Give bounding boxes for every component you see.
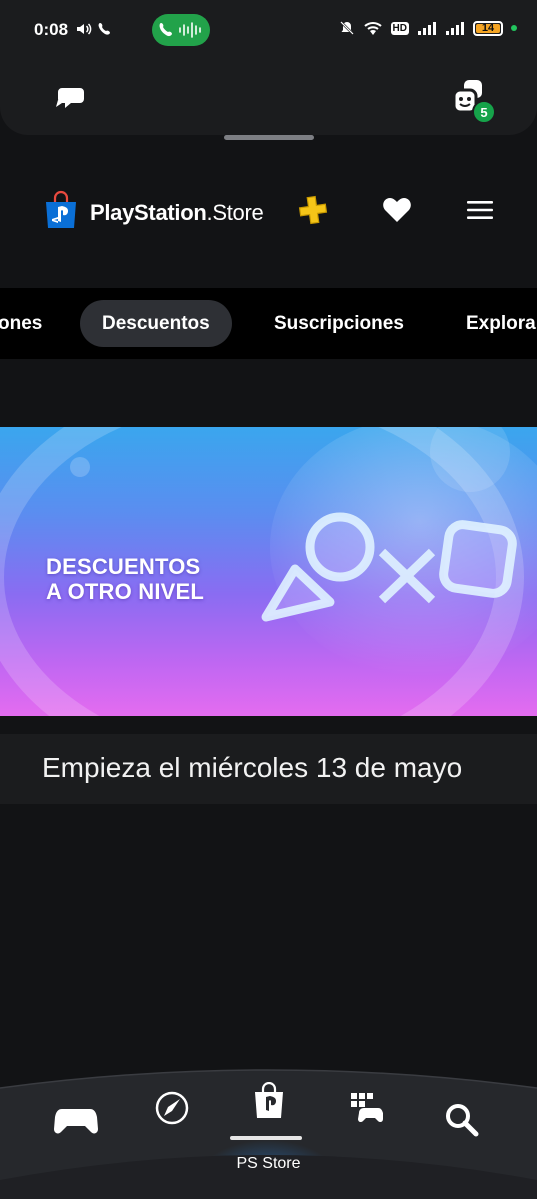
battery-level: 14 [481, 21, 495, 34]
store-brand-name: PlayStation.Store [90, 200, 264, 226]
status-time: 0:08 [34, 20, 69, 39]
wishlist-heart-icon[interactable] [382, 196, 412, 224]
status-bar: 0:08 HD 14 [0, 0, 537, 60]
signal-icon [418, 22, 436, 35]
status-right-icons: HD 14 [339, 20, 517, 36]
active-nav-label: PS Store [236, 1155, 301, 1172]
drag-handle[interactable] [224, 135, 314, 140]
store-header: PlayStation.Store [0, 180, 537, 240]
ps-plus-icon[interactable] [297, 194, 329, 226]
search-icon[interactable] [444, 1102, 480, 1138]
tab-explorar[interactable]: Explora [466, 300, 536, 347]
phone-call-icon [98, 23, 110, 35]
quick-panel [0, 60, 537, 135]
phone-icon [159, 23, 172, 37]
tab-colecciones[interactable]: ones [0, 300, 42, 347]
tab-suscripciones[interactable]: Suscripciones [274, 300, 404, 347]
battery-icon: 14 [473, 20, 503, 36]
volume-icon [77, 23, 92, 35]
playstation-store-logo-icon[interactable] [44, 190, 78, 230]
signal-icon-2 [446, 22, 464, 35]
brand-playstation: PlayStation [90, 200, 207, 225]
ps-store-bag-icon[interactable] [252, 1082, 286, 1120]
brand-store: Store [212, 200, 264, 225]
wifi-icon [363, 22, 382, 35]
privacy-indicator [511, 25, 517, 31]
active-call-pill[interactable] [152, 14, 210, 46]
banner-headline: DESCUENTOS A OTRO NIVEL [46, 554, 204, 604]
promo-date-text: Empieza el miércoles 13 de mayo [42, 752, 463, 783]
category-tabs: ones Descuentos Suscripciones Explora [0, 288, 537, 359]
game-controller-icon[interactable] [54, 1105, 98, 1137]
banner-line-1: DESCUENTOS [46, 554, 201, 579]
mute-bell-icon [339, 21, 354, 35]
game-library-icon[interactable] [350, 1092, 384, 1124]
promo-caption: Empieza el miércoles 13 de mayo [0, 734, 537, 804]
chat-bubbles-icon[interactable] [52, 78, 92, 118]
hamburger-menu-icon[interactable] [466, 200, 494, 220]
promo-banner[interactable]: DESCUENTOS A OTRO NIVEL [0, 427, 537, 716]
friends-count-badge: 5 [472, 100, 496, 124]
banner-line-2: A OTRO NIVEL [46, 579, 205, 604]
explore-rocket-icon[interactable] [154, 1090, 190, 1126]
hd-badge: HD [390, 21, 409, 35]
tab-descuentos[interactable]: Descuentos [80, 300, 232, 347]
status-left-icons [76, 21, 112, 37]
bottom-navigation [0, 1060, 537, 1199]
audio-wave-icon [179, 22, 201, 38]
